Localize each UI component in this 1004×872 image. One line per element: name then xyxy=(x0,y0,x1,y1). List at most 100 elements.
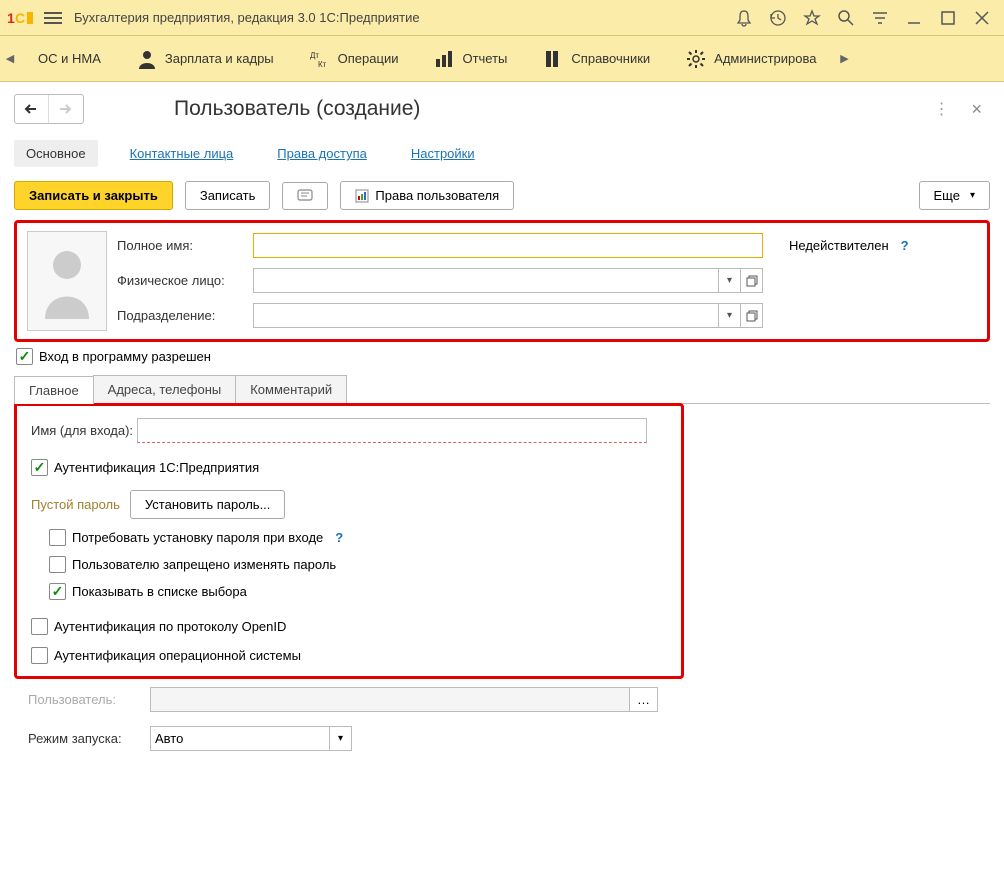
auth-1c-sub: Потребовать установку пароля при входе ?… xyxy=(49,529,667,600)
operations-icon: ДтКт xyxy=(310,49,330,69)
section-admin[interactable]: Администрирова xyxy=(668,49,834,69)
invalid-checkbox[interactable]: Недействителен xyxy=(783,238,889,253)
tab-main[interactable]: Основное xyxy=(14,140,98,167)
section-salary[interactable]: Зарплата и кадры xyxy=(119,49,292,69)
titlebar-right-icons xyxy=(728,2,998,34)
close-window-icon[interactable] xyxy=(966,2,998,34)
tab-comment[interactable]: Комментарий xyxy=(235,375,347,403)
avatar-icon[interactable] xyxy=(27,231,107,331)
launch-mode-input[interactable] xyxy=(150,726,330,751)
launch-mode-select: ▾ xyxy=(150,726,352,751)
browse-icon[interactable]: … xyxy=(630,687,658,712)
person-input[interactable] xyxy=(253,268,719,293)
minimize-icon[interactable] xyxy=(898,2,930,34)
section-reports[interactable]: Отчеты xyxy=(416,49,525,69)
tab-rights[interactable]: Права доступа xyxy=(265,140,379,167)
dept-input[interactable] xyxy=(253,303,719,328)
more-menu-icon[interactable]: ⋮ xyxy=(929,95,953,123)
require-pw-checkbox[interactable]: Потребовать установку пароля при входе xyxy=(49,529,323,546)
checkbox-icon xyxy=(49,583,66,600)
more-button[interactable]: Еще xyxy=(919,181,990,210)
no-change-checkbox[interactable]: Пользователю запрещено изменять пароль xyxy=(49,556,667,573)
nav-forward-button[interactable] xyxy=(49,95,83,123)
fullname-label: Полное имя: xyxy=(117,238,247,253)
section-label: Администрирова xyxy=(714,51,816,66)
os-user-lookup: … xyxy=(150,687,660,712)
checkbox-icon xyxy=(31,647,48,664)
history-icon[interactable] xyxy=(762,2,794,34)
login-allowed-checkbox[interactable]: Вход в программу разрешен xyxy=(16,348,990,365)
dropdown-icon[interactable]: ▾ xyxy=(719,268,741,293)
tab-contacts[interactable]: Контактные лица xyxy=(118,140,246,167)
person-icon xyxy=(137,49,157,69)
login-name-input[interactable] xyxy=(137,418,647,443)
person-lookup: ▾ xyxy=(253,268,763,293)
login-name-label: Имя (для входа): xyxy=(31,423,133,438)
fullname-input[interactable] xyxy=(253,233,763,258)
tab-settings[interactable]: Настройки xyxy=(399,140,487,167)
section-scroll-right-icon[interactable]: ▶ xyxy=(834,36,854,81)
checkbox-icon xyxy=(49,556,66,573)
subtabs: Основное Контактные лица Права доступа Н… xyxy=(14,140,990,167)
auth-os-checkbox[interactable]: Аутентификация операционной системы xyxy=(31,647,667,664)
auth-openid-label: Аутентификация по протоколу OpenID xyxy=(54,619,286,634)
show-in-list-checkbox[interactable]: Показывать в списке выбора xyxy=(49,583,667,600)
dropdown-icon[interactable]: ▾ xyxy=(330,726,352,751)
login-name-row: Имя (для входа): xyxy=(31,418,667,443)
maximize-icon[interactable] xyxy=(932,2,964,34)
set-password-button[interactable]: Установить пароль... xyxy=(130,490,285,519)
empty-password-label: Пустой пароль xyxy=(31,497,120,512)
auth-1c-label: Аутентификация 1С:Предприятия xyxy=(54,460,259,475)
star-icon[interactable] xyxy=(796,2,828,34)
checkbox-icon xyxy=(16,348,33,365)
save-button[interactable]: Записать xyxy=(185,181,271,210)
section-label: Справочники xyxy=(571,51,650,66)
search-icon[interactable] xyxy=(830,2,862,34)
open-icon[interactable] xyxy=(741,303,763,328)
open-icon[interactable] xyxy=(741,268,763,293)
section-scroll-left-icon[interactable]: ◀ xyxy=(0,36,20,81)
nav-back-button[interactable] xyxy=(15,95,49,123)
require-pw-label: Потребовать установку пароля при входе xyxy=(72,530,323,545)
report-icon xyxy=(355,189,369,203)
section-label: Зарплата и кадры xyxy=(165,51,274,66)
dept-label: Подразделение: xyxy=(117,308,247,323)
launch-mode-label: Режим запуска: xyxy=(28,731,144,746)
tabstrip: Главное Адреса, телефоны Комментарий xyxy=(14,375,990,404)
save-and-close-button[interactable]: Записать и закрыть xyxy=(14,181,173,210)
dropdown-icon[interactable]: ▾ xyxy=(719,303,741,328)
nav-right: ⋮ × xyxy=(929,95,990,124)
dept-lookup: ▾ xyxy=(253,303,763,328)
auth-1c-section: Аутентификация 1С:Предприятия Пустой пар… xyxy=(31,459,667,600)
chart-icon xyxy=(434,49,454,69)
show-in-list-label: Показывать в списке выбора xyxy=(72,584,247,599)
close-page-icon[interactable]: × xyxy=(963,95,990,124)
section-directories[interactable]: Справочники xyxy=(525,49,668,69)
discuss-button[interactable] xyxy=(282,182,328,210)
person-row: Физическое лицо: ▾ xyxy=(117,268,977,293)
section-bar: ◀ ОС и НМА Зарплата и кадры ДтКт Операци… xyxy=(0,36,1004,82)
page-title: Пользователь (создание) xyxy=(174,97,420,121)
filter-icon[interactable] xyxy=(864,2,896,34)
auth-1c-checkbox[interactable]: Аутентификация 1С:Предприятия xyxy=(31,459,667,476)
user-row: Полное имя: Недействителен ? Физическое … xyxy=(27,231,977,331)
help-icon[interactable]: ? xyxy=(335,530,343,545)
section-operations[interactable]: ДтКт Операции xyxy=(292,49,417,69)
help-icon[interactable]: ? xyxy=(901,238,909,253)
dept-row: Подразделение: ▾ xyxy=(117,303,977,328)
bell-icon[interactable] xyxy=(728,2,760,34)
no-change-label: Пользователю запрещено изменять пароль xyxy=(72,557,336,572)
section-os-nma[interactable]: ОС и НМА xyxy=(20,51,119,66)
user-rights-button[interactable]: Права пользователя xyxy=(340,181,514,210)
auth-openid-checkbox[interactable]: Аутентификация по протоколу OpenID xyxy=(31,618,667,635)
checkbox-icon xyxy=(31,459,48,476)
tab-addresses[interactable]: Адреса, телефоны xyxy=(93,375,237,403)
tab-main-inner[interactable]: Главное xyxy=(14,376,94,404)
nav-row: Пользователь (создание) ⋮ × xyxy=(14,94,990,124)
below-box: Пользователь: … Режим запуска: ▾ xyxy=(14,679,990,773)
hamburger-menu-icon[interactable] xyxy=(40,5,66,31)
book-icon xyxy=(543,49,563,69)
checkbox-icon xyxy=(31,618,48,635)
fullname-row: Полное имя: Недействителен ? xyxy=(117,233,977,258)
launch-mode-row: Режим запуска: ▾ xyxy=(28,726,976,751)
